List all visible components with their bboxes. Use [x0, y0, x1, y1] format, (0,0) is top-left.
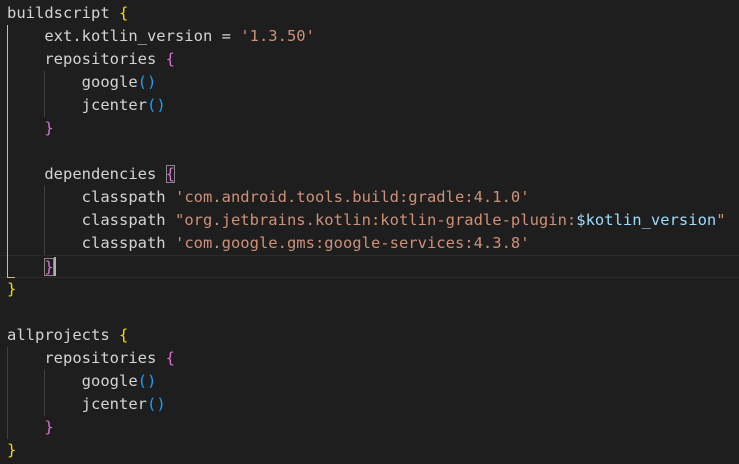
code-editor[interactable]: buildscript { ext.kotlin_version = '1.3.… — [0, 0, 739, 464]
code-token: buildscript — [7, 4, 119, 22]
indent-guide — [7, 347, 8, 439]
code-line-text: classpath "org.jetbrains.kotlin:kotlin-g… — [7, 209, 726, 232]
bracket-token: } — [44, 119, 54, 137]
code-token: "org.jetbrains.kotlin:kotlin-gradle-plug… — [174, 211, 577, 229]
indent-guide — [44, 186, 46, 255]
bracket-token: } — [44, 258, 54, 276]
code-line-text: buildscript { — [7, 2, 128, 25]
bracket-token: } — [44, 418, 54, 436]
code-token: '1.3.50' — [240, 27, 315, 45]
bracket-token: () — [137, 372, 157, 390]
code-token: classpath — [7, 188, 175, 206]
code-line-text: jcenter() — [7, 94, 166, 117]
code-token: repositories — [7, 349, 166, 367]
bracket-token: { — [118, 326, 129, 344]
code-token: dependencies — [7, 165, 166, 183]
code-token: allprojects — [7, 326, 119, 344]
code-line[interactable]: } — [0, 255, 739, 278]
code-line-text: repositories { — [7, 347, 175, 370]
bracket-token: { — [118, 4, 129, 22]
code-line-text: jcenter() — [7, 393, 166, 416]
code-line-text: allprojects { — [7, 324, 128, 347]
code-token: jcenter — [7, 395, 147, 413]
bracket-token: () — [146, 395, 166, 413]
code-token: google — [7, 372, 138, 390]
code-token: 'com.android.tools.build:gradle:4.1.0' — [174, 188, 530, 206]
code-token: ext.kotlin_version = — [7, 27, 241, 45]
code-token: google — [7, 73, 138, 91]
code-token: $kotlin_version — [576, 211, 717, 229]
code-token: repositories — [7, 50, 166, 68]
code-line-text: classpath 'com.android.tools.build:gradl… — [7, 186, 530, 209]
active-indent-guide-end — [7, 277, 15, 278]
bracket-token: } — [7, 280, 17, 298]
bracket-token: { — [165, 50, 175, 68]
bracket-token: () — [137, 73, 157, 91]
code-line-text: google() — [7, 71, 157, 94]
indent-guide — [44, 71, 46, 117]
code-line-text: dependencies { — [7, 163, 175, 186]
code-token: 'com.google.gms:google-services:4.3.8' — [174, 234, 530, 252]
code-line-text: google() — [7, 370, 157, 393]
bracket-token: { — [165, 349, 175, 367]
active-indent-guide — [7, 25, 8, 278]
code-token: classpath — [7, 234, 175, 252]
bracket-token: } — [7, 441, 17, 459]
bracket-token: () — [146, 96, 166, 114]
code-line-text: } — [7, 416, 54, 439]
bracket-token: { — [165, 165, 175, 183]
indent-guide — [44, 370, 46, 416]
code-line-text: repositories { — [7, 48, 175, 71]
code-token: jcenter — [7, 96, 147, 114]
code-line-text: } — [7, 256, 54, 279]
code-line-text: } — [7, 278, 16, 301]
text-cursor — [53, 257, 56, 276]
code-line-text: } — [7, 117, 54, 140]
code-token: classpath — [7, 211, 175, 229]
code-line-text: } — [7, 439, 16, 462]
code-line-text: classpath 'com.google.gms:google-service… — [7, 232, 530, 255]
code-token: " — [716, 211, 726, 229]
code-line-text: ext.kotlin_version = '1.3.50' — [7, 25, 315, 48]
